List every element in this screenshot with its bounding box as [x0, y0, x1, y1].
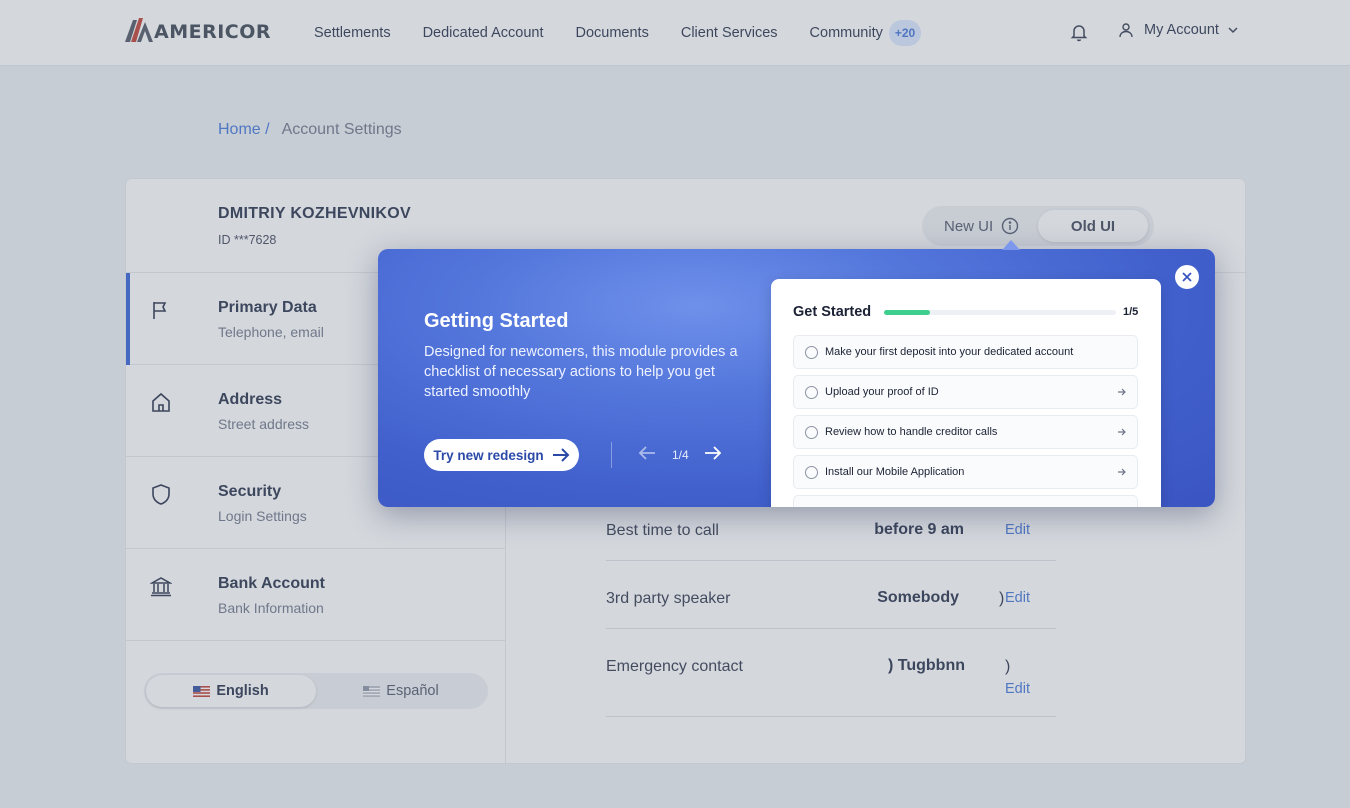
ui-version-toggle: New UI Old UI — [922, 206, 1154, 246]
preview-count: 1/5 — [1123, 306, 1139, 318]
nav-label: Client Services — [680, 25, 778, 41]
language-english-option[interactable]: English — [146, 675, 316, 707]
sidebar-item-subtitle: Login Settings — [218, 508, 307, 524]
field-value: Somebody — [877, 589, 959, 606]
arrow-right-icon — [552, 448, 570, 462]
sidebar-item-title: Security — [218, 483, 282, 500]
language-spanish-option[interactable]: Español — [316, 675, 486, 707]
old-ui-option[interactable]: Old UI — [1038, 210, 1148, 242]
user-name: DMITRIY KOZHEVNIKOV — [218, 205, 411, 222]
arrow-right-icon — [1118, 468, 1126, 476]
americor-logo[interactable]: AMERICOR — [125, 14, 271, 44]
preview-checklist-item: Install our Mobile Application — [793, 455, 1138, 489]
my-account-menu[interactable]: My Account — [1118, 22, 1239, 38]
nav-label: Dedicated Account — [422, 25, 544, 41]
sidebar-item-title: Bank Account — [218, 575, 325, 592]
edit-link[interactable]: Edit — [1005, 522, 1030, 538]
nav-label: Documents — [575, 25, 649, 41]
arrow-right-icon — [1118, 428, 1126, 436]
sidebar-item-subtitle: Bank Information — [218, 600, 324, 616]
breadcrumb-home[interactable]: Home / — [218, 121, 270, 139]
try-new-redesign-button[interactable]: Try new redesign — [424, 439, 579, 471]
nav-dedicated-account[interactable]: Dedicated Account — [423, 25, 544, 41]
preview-progress-bar — [884, 310, 1116, 315]
preview-checklist-item: Make your first deposit into your dedica… — [793, 335, 1138, 369]
nav-documents[interactable]: Documents — [576, 25, 649, 41]
flag-icon-spanish — [363, 685, 381, 697]
top-navigation-bar: AMERICOR Settlements Dedicated Account D… — [0, 0, 1350, 66]
field-value: before 9 am — [874, 521, 964, 538]
field-value: ) Tugbbnn — [888, 657, 965, 674]
my-account-label: My Account — [1144, 22, 1219, 38]
arrow-right-icon[interactable] — [704, 446, 722, 460]
arrow-left-icon[interactable] — [638, 446, 656, 460]
try-new-redesign-label: Try new redesign — [433, 447, 544, 463]
shield-icon — [152, 484, 170, 505]
sidebar-item-subtitle: Street address — [218, 416, 310, 432]
breadcrumb: Home / Account Settings — [218, 121, 402, 139]
language-english-label: English — [216, 683, 269, 699]
sidebar-item-title: Address — [218, 391, 283, 408]
flag-icon — [153, 302, 167, 319]
popover-description: Designed for newcomers, this module prov… — [424, 344, 738, 400]
field-label: Best time to call — [606, 522, 719, 539]
user-icon — [1119, 23, 1133, 38]
nav-label: Settlements — [314, 25, 391, 41]
preview-item-text: Make your first deposit into your dedica… — [825, 346, 1074, 358]
breadcrumb-current: Account Settings — [281, 121, 402, 138]
field-paren: ) — [999, 590, 1005, 607]
nav-community[interactable]: Community +20 — [810, 20, 922, 46]
info-icon[interactable] — [1001, 217, 1019, 235]
field-emergency-contact: Emergency contact ) Tugbbnn ) Edit — [606, 629, 1056, 717]
edit-link[interactable]: Edit — [1005, 681, 1030, 697]
close-icon — [1182, 272, 1192, 282]
new-ui-option[interactable]: New UI — [944, 217, 1019, 235]
arrow-right-icon — [1118, 388, 1126, 396]
nav-client-services[interactable]: Client Services — [681, 25, 778, 41]
bank-icon — [150, 577, 172, 597]
preview-item-text: Upload your proof of ID — [825, 386, 939, 398]
edit-link[interactable]: Edit — [1005, 590, 1030, 606]
field-3rd-party-speaker: 3rd party speaker Somebody ) Edit — [606, 561, 1056, 629]
preview-item-text: Install our Mobile Application — [825, 466, 965, 478]
radio-circle-icon — [805, 426, 818, 439]
popover-pager: 1/4 — [672, 448, 689, 462]
preview-checklist-item — [793, 495, 1138, 507]
bell-icon[interactable] — [1069, 22, 1089, 42]
radio-circle-icon — [805, 386, 818, 399]
close-button[interactable] — [1175, 265, 1199, 289]
preview-checklist-item: Upload your proof of ID — [793, 375, 1138, 409]
nav-label: Community — [809, 25, 883, 41]
radio-circle-icon — [805, 346, 818, 359]
preview-checklist-item: Review how to handle creditor calls — [793, 415, 1138, 449]
sidebar-item-title: Primary Data — [218, 299, 317, 316]
user-id: ID ***7628 — [218, 233, 277, 247]
field-label: 3rd party speaker — [606, 590, 731, 607]
us-flag-icon — [193, 685, 211, 697]
sidebar-item-subtitle: Telephone, email — [218, 324, 324, 340]
field-paren: ) — [1005, 658, 1011, 675]
nav-settlements[interactable]: Settlements — [314, 25, 391, 41]
main-nav: Settlements Dedicated Account Documents … — [314, 0, 953, 66]
preview-item-text: Review how to handle creditor calls — [825, 426, 998, 438]
home-icon — [152, 392, 170, 412]
logo-mark-icon — [125, 18, 153, 42]
community-badge: +20 — [888, 20, 922, 46]
popover-separator — [611, 442, 612, 468]
language-switcher: English Español — [144, 673, 488, 709]
getting-started-popover: Getting Started Designed for newcomers, … — [378, 249, 1215, 507]
sidebar-item-bank-account[interactable]: Bank Account Bank Information — [126, 549, 506, 641]
radio-circle-icon — [805, 466, 818, 479]
chevron-down-icon — [1228, 27, 1238, 34]
logo-text: AMERICOR — [154, 20, 272, 43]
get-started-preview: Get Started 1/5 Make your first deposit … — [771, 279, 1161, 507]
popover-title: Getting Started — [424, 310, 569, 332]
popover-caret — [1002, 240, 1020, 250]
new-ui-label: New UI — [944, 217, 994, 235]
preview-title: Get Started — [793, 304, 872, 320]
preview-progress-fill — [884, 310, 931, 315]
language-spanish-label: Español — [386, 683, 439, 699]
field-label: Emergency contact — [606, 658, 743, 675]
